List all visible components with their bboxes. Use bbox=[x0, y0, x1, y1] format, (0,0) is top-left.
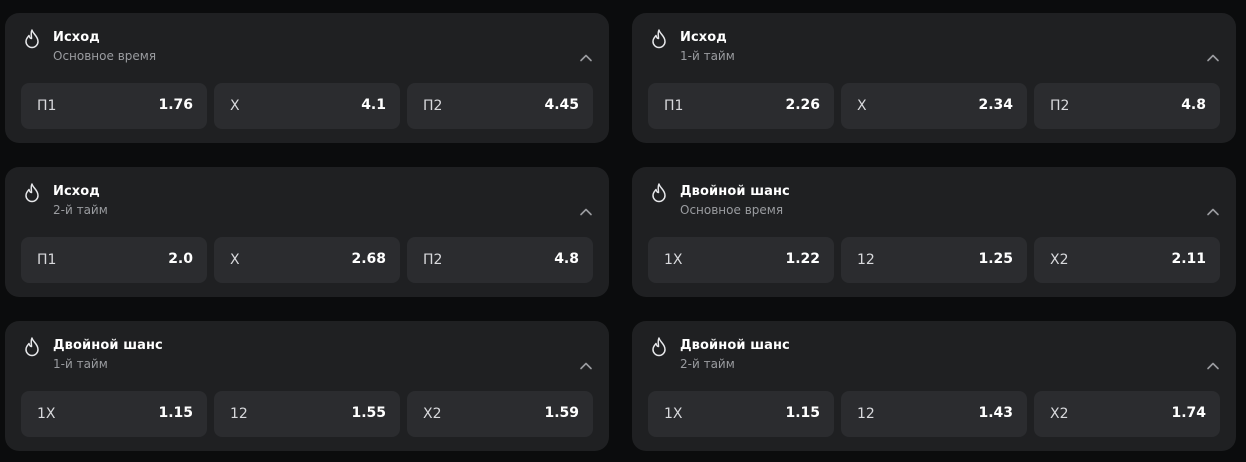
flame-icon bbox=[25, 337, 39, 357]
odd-button[interactable]: X2 1.74 bbox=[1034, 391, 1220, 437]
odd-value: 1.76 bbox=[158, 97, 193, 113]
market-card: Исход 2-й тайм П1 2.0 X 2.68 П2 4.8 bbox=[5, 167, 609, 297]
outcome-label: 12 bbox=[857, 252, 875, 268]
outcome-label: 1X bbox=[664, 252, 683, 268]
market-header[interactable]: Двойной шанс Основное время bbox=[632, 167, 1236, 237]
flame-icon bbox=[652, 29, 666, 49]
outcome-label: 1X bbox=[664, 406, 683, 422]
chevron-up-icon[interactable] bbox=[1206, 361, 1220, 371]
odd-button[interactable]: 12 1.43 bbox=[841, 391, 1027, 437]
market-title: Двойной шанс bbox=[680, 184, 790, 199]
odd-button[interactable]: X 2.68 bbox=[214, 237, 400, 283]
chevron-up-icon[interactable] bbox=[579, 53, 593, 63]
odds-row: 1X 1.15 12 1.43 X2 1.74 bbox=[648, 391, 1220, 437]
chevron-up-icon[interactable] bbox=[579, 207, 593, 217]
odds-row: 1X 1.22 12 1.25 X2 2.11 bbox=[648, 237, 1220, 283]
odd-value: 2.0 bbox=[168, 251, 193, 267]
market-header[interactable]: Исход Основное время bbox=[5, 13, 609, 83]
market-subtitle: 2-й тайм bbox=[53, 203, 108, 217]
odd-button[interactable]: П2 4.45 bbox=[407, 83, 593, 129]
odd-button[interactable]: П1 1.76 bbox=[21, 83, 207, 129]
odds-row: П1 2.26 X 2.34 П2 4.8 bbox=[648, 83, 1220, 129]
outcome-label: X bbox=[857, 98, 867, 114]
market-subtitle: Основное время bbox=[53, 49, 157, 63]
odds-row: П1 1.76 X 4.1 П2 4.45 bbox=[21, 83, 593, 129]
odd-value: 2.34 bbox=[978, 97, 1013, 113]
outcome-label: X2 bbox=[423, 406, 442, 422]
odd-value: 1.74 bbox=[1171, 405, 1206, 421]
chevron-up-icon[interactable] bbox=[1206, 207, 1220, 217]
market-card: Двойной шанс 1-й тайм 1X 1.15 12 1.55 X2… bbox=[5, 321, 609, 451]
outcome-label: П2 bbox=[423, 252, 443, 268]
flame-icon bbox=[652, 337, 666, 357]
market-title: Двойной шанс bbox=[680, 338, 790, 353]
outcome-label: П2 bbox=[1050, 98, 1070, 114]
odds-row: 1X 1.15 12 1.55 X2 1.59 bbox=[21, 391, 593, 437]
flame-icon bbox=[25, 183, 39, 203]
flame-icon bbox=[25, 29, 39, 49]
odd-value: 1.15 bbox=[158, 405, 193, 421]
odd-value: 1.55 bbox=[351, 405, 386, 421]
odd-button[interactable]: X2 1.59 bbox=[407, 391, 593, 437]
market-header[interactable]: Исход 1-й тайм bbox=[632, 13, 1236, 83]
outcome-label: X2 bbox=[1050, 252, 1069, 268]
market-card: Исход Основное время П1 1.76 X 4.1 П2 4.… bbox=[5, 13, 609, 143]
market-header[interactable]: Двойной шанс 1-й тайм bbox=[5, 321, 609, 391]
chevron-up-icon[interactable] bbox=[579, 361, 593, 371]
outcome-label: П1 bbox=[37, 252, 57, 268]
outcome-label: X2 bbox=[1050, 406, 1069, 422]
market-subtitle: 1-й тайм bbox=[53, 357, 108, 371]
odd-value: 2.68 bbox=[351, 251, 386, 267]
market-header[interactable]: Исход 2-й тайм bbox=[5, 167, 609, 237]
outcome-label: X bbox=[230, 252, 240, 268]
market-header[interactable]: Двойной шанс 2-й тайм bbox=[632, 321, 1236, 391]
market-card: Двойной шанс Основное время 1X 1.22 12 1… bbox=[632, 167, 1236, 297]
odd-button[interactable]: 1X 1.22 bbox=[648, 237, 834, 283]
outcome-label: 1X bbox=[37, 406, 56, 422]
odd-button[interactable]: 12 1.55 bbox=[214, 391, 400, 437]
flame-icon bbox=[652, 183, 666, 203]
odd-value: 2.26 bbox=[785, 97, 820, 113]
odd-value: 4.8 bbox=[1181, 97, 1206, 113]
market-subtitle: 2-й тайм bbox=[680, 357, 735, 371]
outcome-label: X bbox=[230, 98, 240, 114]
outcome-label: 12 bbox=[857, 406, 875, 422]
outcome-label: П1 bbox=[664, 98, 684, 114]
markets-grid: Исход Основное время П1 1.76 X 4.1 П2 4.… bbox=[0, 0, 1246, 462]
market-title: Исход bbox=[680, 30, 727, 45]
odd-button[interactable]: П1 2.26 bbox=[648, 83, 834, 129]
odd-button[interactable]: П1 2.0 bbox=[21, 237, 207, 283]
odd-button[interactable]: X 4.1 bbox=[214, 83, 400, 129]
odd-button[interactable]: П2 4.8 bbox=[407, 237, 593, 283]
chevron-up-icon[interactable] bbox=[1206, 53, 1220, 63]
market-card: Исход 1-й тайм П1 2.26 X 2.34 П2 4.8 bbox=[632, 13, 1236, 143]
odds-row: П1 2.0 X 2.68 П2 4.8 bbox=[21, 237, 593, 283]
odd-value: 1.15 bbox=[785, 405, 820, 421]
market-title: Исход bbox=[53, 30, 100, 45]
odd-value: 2.11 bbox=[1171, 251, 1206, 267]
market-subtitle: Основное время bbox=[680, 203, 784, 217]
market-subtitle: 1-й тайм bbox=[680, 49, 735, 63]
outcome-label: 12 bbox=[230, 406, 248, 422]
market-card: Двойной шанс 2-й тайм 1X 1.15 12 1.43 X2… bbox=[632, 321, 1236, 451]
outcome-label: П2 bbox=[423, 98, 443, 114]
odd-value: 1.25 bbox=[978, 251, 1013, 267]
market-title: Исход bbox=[53, 184, 100, 199]
odd-button[interactable]: 1X 1.15 bbox=[21, 391, 207, 437]
odd-value: 4.8 bbox=[554, 251, 579, 267]
outcome-label: П1 bbox=[37, 98, 57, 114]
odd-button[interactable]: 12 1.25 bbox=[841, 237, 1027, 283]
odd-button[interactable]: П2 4.8 bbox=[1034, 83, 1220, 129]
odd-value: 1.22 bbox=[785, 251, 820, 267]
odd-button[interactable]: X 2.34 bbox=[841, 83, 1027, 129]
market-title: Двойной шанс bbox=[53, 338, 163, 353]
odd-value: 1.43 bbox=[978, 405, 1013, 421]
odd-value: 4.45 bbox=[544, 97, 579, 113]
odd-button[interactable]: 1X 1.15 bbox=[648, 391, 834, 437]
odd-button[interactable]: X2 2.11 bbox=[1034, 237, 1220, 283]
odd-value: 4.1 bbox=[361, 97, 386, 113]
odd-value: 1.59 bbox=[544, 405, 579, 421]
